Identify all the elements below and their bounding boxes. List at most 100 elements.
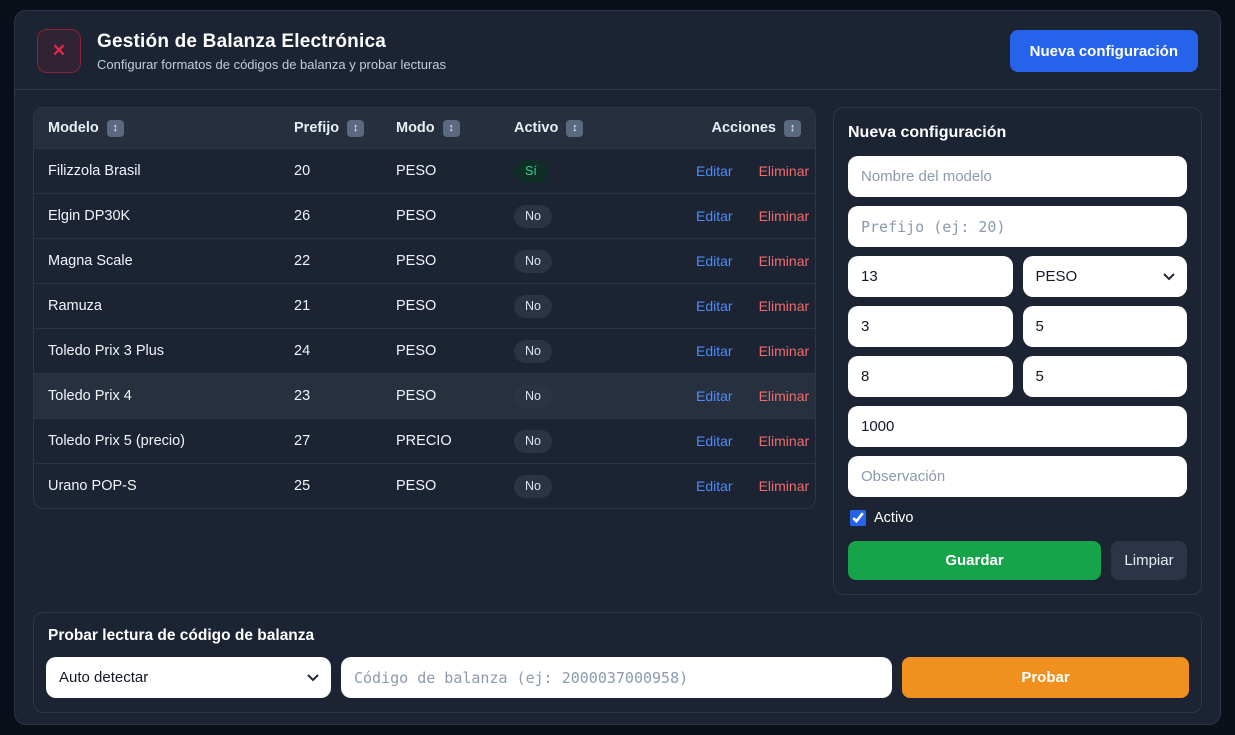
- cell-prefix: 26: [294, 208, 396, 224]
- active-badge: No: [514, 295, 552, 318]
- cell-model: Urano POP-S: [48, 478, 294, 494]
- delete-link[interactable]: Eliminar: [759, 343, 810, 359]
- divisor-input[interactable]: [848, 406, 1187, 447]
- delete-link[interactable]: Eliminar: [759, 298, 810, 314]
- delete-link[interactable]: Eliminar: [759, 388, 810, 404]
- model-name-input[interactable]: [848, 156, 1187, 197]
- field2-length-input[interactable]: [1023, 356, 1188, 397]
- close-button[interactable]: ✕: [37, 29, 81, 73]
- cell-model: Magna Scale: [48, 253, 294, 269]
- scales-table: Modelo ↕ Prefijo ↕ Modo ↕ Activo ↕ Accio…: [33, 107, 816, 509]
- close-icon: ✕: [52, 41, 66, 61]
- field1-length-input[interactable]: [1023, 306, 1188, 347]
- app-window: ✕ Gestión de Balanza Electrónica Configu…: [14, 10, 1221, 725]
- total-length-input[interactable]: [848, 256, 1013, 297]
- edit-link[interactable]: Editar: [696, 163, 733, 179]
- edit-link[interactable]: Editar: [696, 433, 733, 449]
- delete-link[interactable]: Eliminar: [759, 433, 810, 449]
- main-content: Modelo ↕ Prefijo ↕ Modo ↕ Activo ↕ Accio…: [15, 90, 1220, 595]
- table-row[interactable]: Toledo Prix 4 23 PESO No Editar Eliminar: [34, 373, 815, 418]
- table-row[interactable]: Ramuza 21 PESO No Editar Eliminar: [34, 283, 815, 328]
- column-label: Modo: [396, 120, 435, 136]
- cell-mode: PESO: [396, 478, 514, 494]
- active-checkbox-row: Activo: [850, 510, 1185, 526]
- column-label: Prefijo: [294, 120, 339, 136]
- edit-link[interactable]: Editar: [696, 208, 733, 224]
- active-badge: No: [514, 475, 552, 498]
- edit-link[interactable]: Editar: [696, 343, 733, 359]
- table-column-header: Acciones ↕: [696, 120, 801, 137]
- cell-model: Filizzola Brasil: [48, 163, 294, 179]
- table-row[interactable]: Toledo Prix 3 Plus 24 PESO No Editar Eli…: [34, 328, 815, 373]
- cell-mode: PESO: [396, 388, 514, 404]
- cell-prefix: 22: [294, 253, 396, 269]
- observation-input[interactable]: [848, 456, 1187, 497]
- cell-prefix: 27: [294, 433, 396, 449]
- cell-prefix: 21: [294, 298, 396, 314]
- field2-start-input[interactable]: [848, 356, 1013, 397]
- header-titles: Gestión de Balanza Electrónica Configura…: [97, 31, 446, 72]
- cell-model: Elgin DP30K: [48, 208, 294, 224]
- cell-model: Toledo Prix 3 Plus: [48, 343, 294, 359]
- cell-mode: PRECIO: [396, 433, 514, 449]
- cell-mode: PESO: [396, 253, 514, 269]
- sort-icon[interactable]: ↕: [347, 120, 364, 137]
- page-title: Gestión de Balanza Electrónica: [97, 31, 446, 53]
- cell-prefix: 25: [294, 478, 396, 494]
- table-row[interactable]: Filizzola Brasil 20 PESO Sí Editar Elimi…: [34, 148, 815, 193]
- edit-link[interactable]: Editar: [696, 298, 733, 314]
- form-title: Nueva configuración: [848, 124, 1187, 142]
- sort-icon[interactable]: ↕: [566, 120, 583, 137]
- delete-link[interactable]: Eliminar: [759, 478, 810, 494]
- delete-link[interactable]: Eliminar: [759, 253, 810, 269]
- active-badge: No: [514, 205, 552, 228]
- edit-link[interactable]: Editar: [696, 253, 733, 269]
- cell-mode: PESO: [396, 298, 514, 314]
- active-badge: Sí: [514, 160, 548, 183]
- field1-start-input[interactable]: [848, 306, 1013, 347]
- page-subtitle: Configurar formatos de códigos de balanz…: [97, 57, 446, 72]
- test-controls: Auto detectar Probar: [46, 657, 1189, 698]
- detect-mode-select[interactable]: Auto detectar: [46, 657, 331, 698]
- active-badge: No: [514, 430, 552, 453]
- save-button[interactable]: Guardar: [848, 541, 1101, 580]
- cell-prefix: 20: [294, 163, 396, 179]
- cell-prefix: 23: [294, 388, 396, 404]
- cell-model: Ramuza: [48, 298, 294, 314]
- test-button[interactable]: Probar: [902, 657, 1189, 698]
- active-checkbox[interactable]: [850, 510, 866, 526]
- column-label: Activo: [514, 120, 558, 136]
- cell-model: Toledo Prix 5 (precio): [48, 433, 294, 449]
- cell-mode: PESO: [396, 163, 514, 179]
- prefix-input[interactable]: [848, 206, 1187, 247]
- new-config-panel: Nueva configuración PESO: [833, 107, 1202, 595]
- clear-button[interactable]: Limpiar: [1111, 541, 1187, 580]
- table-row[interactable]: Elgin DP30K 26 PESO No Editar Eliminar: [34, 193, 815, 238]
- table-header-row: Modelo ↕ Prefijo ↕ Modo ↕ Activo ↕ Accio…: [34, 108, 815, 148]
- sort-icon[interactable]: ↕: [784, 120, 801, 137]
- form-buttons: Guardar Limpiar: [848, 541, 1187, 580]
- barcode-input[interactable]: [341, 657, 892, 698]
- edit-link[interactable]: Editar: [696, 478, 733, 494]
- active-badge: No: [514, 385, 552, 408]
- test-title: Probar lectura de código de balanza: [48, 627, 1189, 645]
- delete-link[interactable]: Eliminar: [759, 208, 810, 224]
- sort-icon[interactable]: ↕: [443, 120, 460, 137]
- cell-mode: PESO: [396, 343, 514, 359]
- table-row[interactable]: Toledo Prix 5 (precio) 27 PRECIO No Edit…: [34, 418, 815, 463]
- active-badge: No: [514, 250, 552, 273]
- table-body: Filizzola Brasil 20 PESO Sí Editar Elimi…: [34, 148, 815, 508]
- mode-select[interactable]: PESO: [1023, 256, 1188, 297]
- new-config-button[interactable]: Nueva configuración: [1010, 30, 1198, 72]
- table-column-header: Modelo ↕: [48, 120, 294, 137]
- table-row[interactable]: Magna Scale 22 PESO No Editar Eliminar: [34, 238, 815, 283]
- delete-link[interactable]: Eliminar: [759, 163, 810, 179]
- cell-prefix: 24: [294, 343, 396, 359]
- active-checkbox-label[interactable]: Activo: [874, 510, 914, 526]
- test-reading-panel: Probar lectura de código de balanza Auto…: [33, 612, 1202, 713]
- sort-icon[interactable]: ↕: [107, 120, 124, 137]
- table-row[interactable]: Urano POP-S 25 PESO No Editar Eliminar: [34, 463, 815, 508]
- column-label: Acciones: [712, 120, 776, 136]
- edit-link[interactable]: Editar: [696, 388, 733, 404]
- table-column-header: Activo ↕: [514, 120, 696, 137]
